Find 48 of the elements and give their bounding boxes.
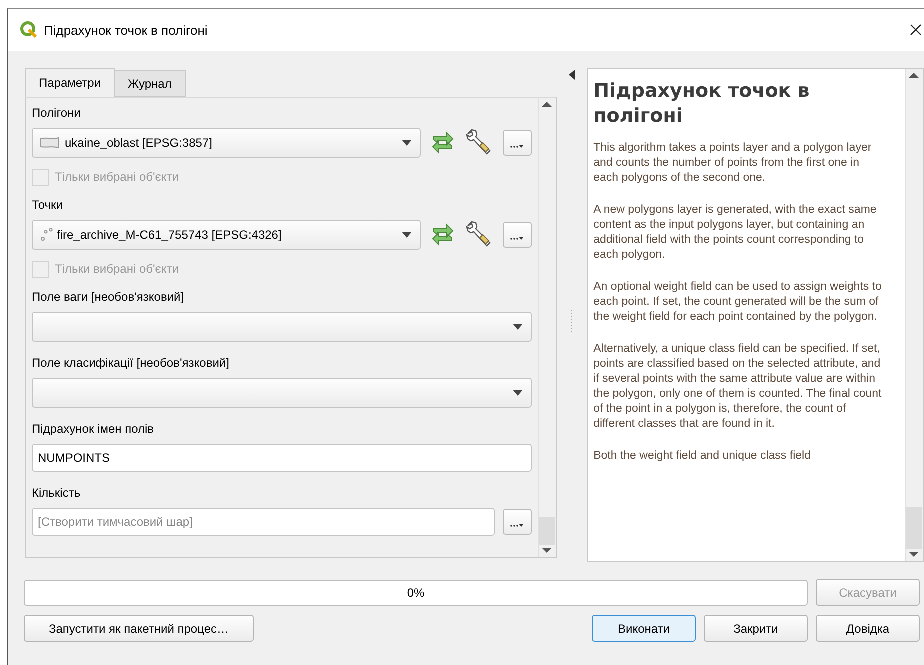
collapse-arrow-icon[interactable] xyxy=(568,70,575,80)
parameter-label: Точки xyxy=(32,197,64,214)
dropdown-arrow-icon xyxy=(402,232,412,238)
help-paragraph: Alternatively, a unique class field can be specified. If set, points are classified based on the selected attribute, and if several points with the same attribute value are within the polygon, only one of them is counted. The final count of the point in a polygon is, therefore, the count of different classes that are found in it. xyxy=(594,342,883,432)
window-title: Підрахунок точок в полігоні xyxy=(44,22,209,38)
parameter-label: Поле класифікації [необов'язковий] xyxy=(32,355,230,372)
help-paragraph: A new polygons layer is generated, with the exact same content as the input polygons layer, but containing an additional field with the points count corresponding to each polygon. xyxy=(594,203,878,263)
dropdown-arrow-icon xyxy=(402,140,412,146)
layer-dropdown[interactable]: ukaine_oblast [EPSG:3857] xyxy=(32,128,421,158)
dialog-button[interactable]: Закрити xyxy=(704,615,808,642)
browse-button[interactable] xyxy=(502,130,532,156)
tab[interactable]: Журнал xyxy=(114,70,186,97)
progress-reading: 0% xyxy=(407,586,425,600)
scroll-thumb[interactable] xyxy=(539,517,556,545)
scrollbar[interactable] xyxy=(538,98,556,557)
text-field[interactable]: NUMPOINTS xyxy=(32,444,532,472)
scroll-thumb[interactable] xyxy=(906,507,922,549)
scrollbar[interactable] xyxy=(904,69,923,561)
dropdown-arrow-icon xyxy=(512,324,523,330)
parameter-label: Підрахунок імен полів xyxy=(32,421,156,438)
dropdown-arrow-icon xyxy=(512,390,523,396)
tab[interactable]: Параметри xyxy=(25,68,116,97)
help-paragraph: This algorithm takes a points layer and a polygon layer and counts the number of points from the first one in each polygons of the second one. xyxy=(594,141,873,186)
parameter-label: Поле ваги [необов'язковий] xyxy=(32,289,186,306)
close-icon[interactable] xyxy=(910,24,922,36)
parameter-label: Кількість xyxy=(32,485,82,502)
app-logo-icon xyxy=(20,21,38,39)
point-layer-icon xyxy=(39,228,53,242)
more-icon xyxy=(510,523,524,528)
batch-button[interactable]: Запустити як пакетний процес… xyxy=(24,615,254,642)
checkbox-label: Тільки вибрані об'єкти xyxy=(55,262,180,276)
dialog-button[interactable]: Довідка xyxy=(816,615,920,642)
parameter-label: Полігони xyxy=(32,105,82,122)
layer-dropdown[interactable]: fire_archive_M-C61_755743 [EPSG:4326] xyxy=(32,220,421,250)
field-dropdown[interactable] xyxy=(32,378,532,408)
more-icon xyxy=(510,236,524,241)
output-field[interactable]: [Створити тимчасовий шар] xyxy=(32,508,495,536)
polygon-layer-icon xyxy=(39,136,61,150)
checkbox-label: Тільки вибрані об'єкти xyxy=(55,170,180,184)
help-paragraph: Both the weight field and unique class field xyxy=(594,449,812,464)
more-icon xyxy=(510,144,524,149)
help-paragraph: An optional weight field can be used to assign weights to each point. If set, the count generated will be the sum of the weight field for each point contained by the polygon. xyxy=(594,280,883,325)
help-title: Підрахунок точок в полігоні xyxy=(594,79,811,129)
browse-button[interactable] xyxy=(502,222,532,248)
browse-button[interactable] xyxy=(502,509,532,535)
splitter-handle-icon[interactable] xyxy=(570,310,573,332)
dialog-button[interactable]: Виконати xyxy=(592,615,696,642)
field-dropdown[interactable] xyxy=(32,312,532,342)
